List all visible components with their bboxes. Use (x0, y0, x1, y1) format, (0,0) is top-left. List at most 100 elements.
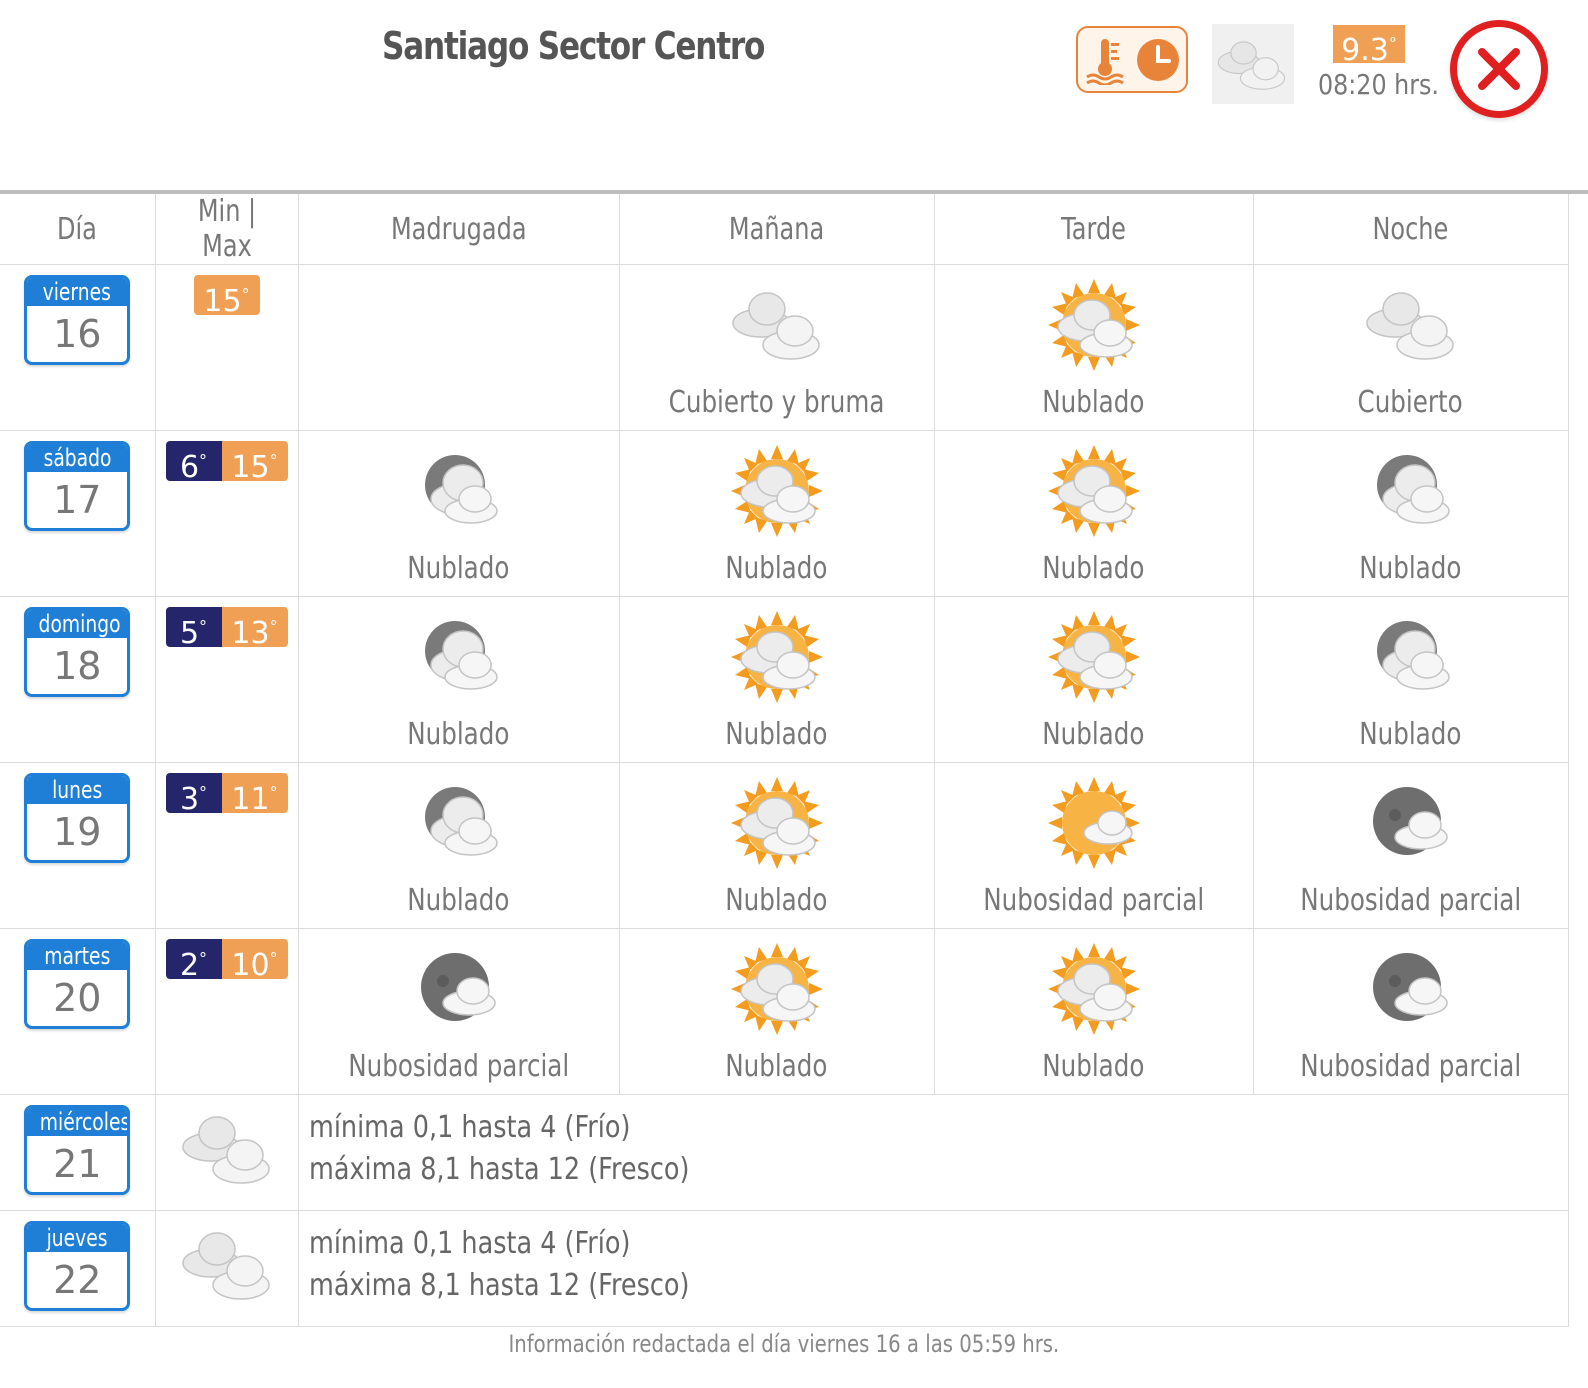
extended-icon-cell (154, 1210, 299, 1327)
sun-cloud-icon (729, 443, 825, 544)
moon-cloud-icon (411, 775, 507, 876)
condition-label: Nublado (725, 883, 828, 918)
clock-icon (1137, 38, 1179, 81)
sun-cloud-icon (1046, 277, 1142, 378)
sun-cloud-icon (1046, 443, 1142, 544)
period-cell: Nubosidad parcial (1252, 928, 1569, 1095)
min-range-text: mínima 0,1 hasta 4 (Frío) (308, 1226, 630, 1261)
max-temp: 15° (193, 275, 260, 319)
condition-label: Nubosidad parcial (1300, 883, 1521, 918)
max-range-text: máxima 8,1 hasta 12 (Fresco) (308, 1268, 689, 1303)
forecast-header-row: Día Min | Max Madrugada Mañana Tarde Noc… (0, 194, 1569, 265)
min-temp: 3° (165, 773, 222, 817)
extended-text-cell: mínima 0,1 hasta 4 (Frío) máxima 8,1 hast… (297, 1210, 1569, 1327)
extended-day-row: jueves 22 mínima 0,1 hasta 4 (Frío) máxima… (0, 1210, 1569, 1327)
overcast-icon (179, 1109, 275, 1194)
header-minmax: Min | Max (154, 194, 299, 265)
max-temp: 15° (221, 441, 288, 485)
current-temperature-badge: 9.3° (1333, 25, 1405, 68)
header: Santiago Sector Centro 9.3° 08:20 hrs. (0, 0, 1588, 192)
minmax-cell: 15° (154, 264, 299, 431)
page-title: Santiago Sector Centro (382, 24, 765, 68)
moon-cloud-icon (411, 443, 507, 544)
condition-label (299, 385, 619, 420)
calendar-badge: miércoles 21 (24, 1105, 131, 1195)
day-name: domingo (27, 610, 128, 638)
current-temperature-value: 9.3 (1341, 33, 1389, 68)
sun-cloud-icon (1046, 609, 1142, 710)
period-cell: Nubosidad parcial (933, 762, 1254, 929)
forecast-table: Día Min | Max Madrugada Mañana Tarde Noc… (0, 194, 1569, 1327)
period-cell: Cubierto y bruma (618, 264, 935, 431)
close-button[interactable] (1450, 20, 1548, 118)
overcast-icon (1217, 41, 1286, 90)
overcast-icon (1363, 285, 1459, 370)
period-cell: Nublado (297, 762, 620, 929)
condition-label: Nublado (1042, 1049, 1145, 1084)
minmax-badge: 2° 10° (165, 939, 288, 983)
minmax-cell: 6° 15° (154, 430, 299, 597)
minmax-badge: 6° 15° (165, 441, 288, 485)
extended-text-cell: mínima 0,1 hasta 4 (Frío) máxima 8,1 hast… (297, 1094, 1569, 1211)
calendar-badge: martes 20 (24, 939, 131, 1029)
forecast-day-row: martes 20 2° 10° Nubosidad parcial Nubla… (0, 928, 1569, 1095)
condition-label: Nubosidad parcial (1300, 1049, 1521, 1084)
day-cell: sábado 17 (0, 430, 156, 597)
day-number: 21 (53, 1142, 102, 1186)
condition-label: Nublado (1359, 551, 1462, 586)
minmax-cell: 5° 13° (154, 596, 299, 763)
day-number: 22 (53, 1258, 102, 1302)
current-time: 08:20 hrs. (1318, 68, 1439, 101)
condition-label: Nubosidad parcial (348, 1049, 569, 1084)
day-cell: jueves 22 (0, 1210, 156, 1327)
header-manana: Mañana (618, 194, 935, 265)
condition-label: Nublado (407, 551, 510, 586)
day-number: 16 (53, 312, 102, 356)
sun-cloud-icon (1046, 941, 1142, 1042)
period-cell: Nublado (297, 596, 620, 763)
condition-label: Nublado (1042, 717, 1145, 752)
condition-label: Nublado (1042, 551, 1145, 586)
day-name: miércoles (27, 1108, 128, 1136)
max-range-text: máxima 8,1 hasta 12 (Fresco) (308, 1152, 689, 1187)
period-cell: Nublado (1252, 430, 1569, 597)
condition-label: Nublado (407, 883, 510, 918)
period-cell: Cubierto (1252, 264, 1569, 431)
sun-small-cloud-icon (1046, 775, 1142, 876)
period-cell: Nublado (297, 430, 620, 597)
calendar-badge: lunes 19 (24, 773, 131, 863)
calendar-badge: sábado 17 (24, 441, 131, 531)
calendar-badge: jueves 22 (24, 1221, 131, 1311)
forecast-day-row: domingo 18 5° 13° Nublado Nublado Nublad… (0, 596, 1569, 763)
day-name: viernes (27, 278, 128, 306)
day-number: 17 (53, 478, 102, 522)
day-number: 20 (53, 976, 102, 1020)
header-tarde: Tarde (933, 194, 1254, 265)
min-range-text: mínima 0,1 hasta 4 (Frío) (308, 1110, 630, 1145)
condition-label: Cubierto (1357, 385, 1464, 420)
close-icon (1478, 48, 1520, 90)
extended-day-row: miércoles 21 mínima 0,1 hasta 4 (Frío) máx… (0, 1094, 1569, 1211)
sun-cloud-icon (729, 775, 825, 876)
header-day: Día (0, 194, 156, 265)
condition-label: Nublado (725, 551, 828, 586)
temperature-history-button[interactable] (1076, 26, 1188, 93)
day-cell: viernes 16 (0, 264, 156, 431)
day-cell: miércoles 21 (0, 1094, 156, 1211)
day-cell: domingo 18 (0, 596, 156, 763)
day-name: sábado (27, 444, 128, 472)
period-cell: Nublado (933, 596, 1254, 763)
day-name: martes (27, 942, 128, 970)
max-temp: 13° (221, 607, 288, 651)
minmax-badge: 15° (193, 275, 260, 319)
day-number: 19 (53, 810, 102, 854)
condition-label: Nublado (1359, 717, 1462, 752)
day-name: jueves (27, 1224, 128, 1252)
period-cell: Nublado (933, 928, 1254, 1095)
overcast-icon (179, 1225, 275, 1310)
moon-cloud-icon (1363, 443, 1459, 544)
condition-label: Nublado (1042, 385, 1145, 420)
period-cell: Nublado (618, 928, 935, 1095)
sun-cloud-icon (729, 941, 825, 1042)
period-cell: Nublado (618, 762, 935, 929)
